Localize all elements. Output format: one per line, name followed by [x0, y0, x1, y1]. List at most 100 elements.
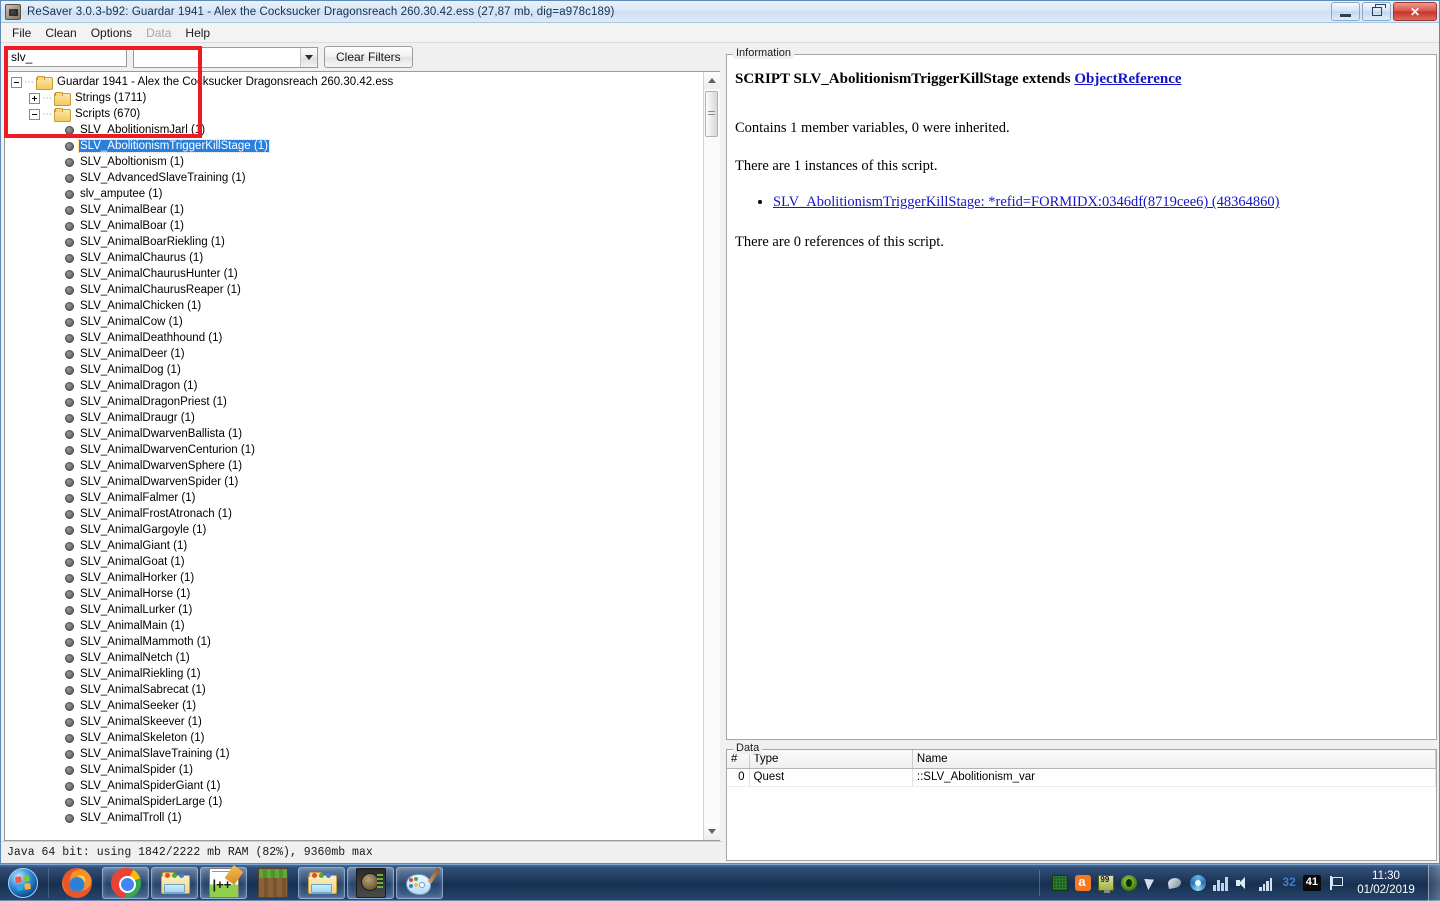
table-row[interactable]: 0 Quest ::SLV_Abolitionism_var	[727, 768, 1436, 787]
grid-icon[interactable]	[1052, 874, 1069, 891]
taskbar-item-minecraft[interactable]	[249, 867, 296, 899]
taskbar-item-notepadpp[interactable]: |++	[200, 866, 247, 899]
menu-clean[interactable]: Clean	[38, 24, 83, 42]
tree-item-script[interactable]: SLV_AnimalChaurusHunter (1)	[5, 266, 703, 282]
close-button[interactable]: ✕	[1393, 2, 1437, 21]
tree-group-scripts[interactable]: ⋯ Scripts (670)	[5, 106, 703, 122]
tree-item-script[interactable]: SLV_AnimalNetch (1)	[5, 650, 703, 666]
tree-item-label: SLV_AnimalDwarvenSpider (1)	[80, 476, 239, 488]
tree-item-script[interactable]: SLV_AnimalDeathhound (1)	[5, 330, 703, 346]
tree-item-script[interactable]: SLV_AnimalSpiderLarge (1)	[5, 794, 703, 810]
tree-item-script[interactable]: SLV_AnimalRiekling (1)	[5, 666, 703, 682]
nvidia-icon[interactable]	[1121, 874, 1138, 891]
tree-item-script[interactable]: SLV_AnimalChaurus (1)	[5, 250, 703, 266]
tree-item-script[interactable]: SLV_AnimalMammoth (1)	[5, 634, 703, 650]
filter-combo-arrow[interactable]	[300, 47, 317, 67]
tree-item-script[interactable]: SLV_AnimalChicken (1)	[5, 298, 703, 314]
collapse-icon[interactable]	[11, 76, 22, 88]
taskbar-item-chrome[interactable]	[102, 866, 149, 899]
tree-item-script[interactable]: SLV_AnimalDraugr (1)	[5, 410, 703, 426]
taskbar-item-resaver[interactable]	[347, 866, 394, 899]
flag-icon[interactable]	[1328, 875, 1344, 891]
tree-item-script[interactable]: SLV_AnimalDwarvenSphere (1)	[5, 458, 703, 474]
badge-32[interactable]: 32	[1282, 875, 1295, 891]
scroll-thumb[interactable]	[704, 91, 718, 137]
tree-item-script[interactable]: SLV_AnimalHorse (1)	[5, 586, 703, 602]
satellite-dish-icon[interactable]	[1167, 875, 1183, 891]
tree-item-script[interactable]: SLV_AnimalSlaveTraining (1)	[5, 746, 703, 762]
show-desktop-button[interactable]	[1428, 864, 1440, 901]
tree-item-script[interactable]: slv_amputee (1)	[5, 186, 703, 202]
tree-item-script[interactable]: SLV_AnimalDog (1)	[5, 362, 703, 378]
tree-item-script[interactable]: SLV_AnimalFrostAtronach (1)	[5, 506, 703, 522]
tree-item-script[interactable]: SLV_AbolitionismJarl (1)	[5, 122, 703, 138]
taskbar-clock[interactable]: 11:30 01/02/2019	[1350, 869, 1428, 897]
taskbar-item-explorer-1[interactable]	[151, 866, 198, 899]
monitor-icon[interactable]	[1098, 874, 1115, 893]
equalizer-icon[interactable]	[1213, 875, 1229, 891]
tree-item-script[interactable]: SLV_AnimalMain (1)	[5, 618, 703, 634]
volume-icon[interactable]	[1236, 875, 1252, 891]
scroll-down-button[interactable]	[703, 823, 720, 840]
tree-item-script[interactable]: SLV_AnimalLurker (1)	[5, 602, 703, 618]
script-tree[interactable]: ⋯ Guardar 1941 - Alex the Cocksucker Drag…	[5, 72, 703, 840]
tree-item-script[interactable]: SLV_AnimalSkeever (1)	[5, 714, 703, 730]
tree-item-script[interactable]: SLV_AnimalSeeker (1)	[5, 698, 703, 714]
tree-item-script[interactable]: SLV_AnimalGoat (1)	[5, 554, 703, 570]
filter-combo-value[interactable]	[134, 47, 300, 67]
tree-item-script[interactable]: SLV_AnimalCow (1)	[5, 314, 703, 330]
badge-41[interactable]: 41	[1302, 874, 1321, 891]
tree-item-script[interactable]: SLV_AnimalGiant (1)	[5, 538, 703, 554]
filter-combo-box[interactable]	[133, 46, 318, 68]
column-header-name[interactable]: Name	[912, 750, 1436, 769]
instance-refid-link[interactable]: SLV_AbolitionismTriggerKillStage: *refid…	[773, 194, 1280, 210]
tree-item-script[interactable]: SLV_AnimalDragonPriest (1)	[5, 394, 703, 410]
column-header-type[interactable]: Type	[749, 750, 913, 769]
taskbar-item-firefox[interactable]	[53, 867, 100, 899]
tree-item-script[interactable]: SLV_AnimalSkeleton (1)	[5, 730, 703, 746]
tree-item-script[interactable]: SLV_Aboltionism (1)	[5, 154, 703, 170]
network-signal-icon[interactable]	[1259, 875, 1275, 891]
tree-item-script[interactable]: SLV_AnimalDragon (1)	[5, 378, 703, 394]
cursor-arrow-icon[interactable]	[1144, 875, 1160, 891]
tree-item-script[interactable]: SLV_AnimalSabrecat (1)	[5, 682, 703, 698]
scroll-up-button[interactable]	[703, 72, 720, 89]
tree-item-script[interactable]: SLV_AnimalDeer (1)	[5, 346, 703, 362]
minimize-button[interactable]	[1331, 2, 1360, 21]
tree-item-script[interactable]: SLV_AbolitionismTriggerKillStage (1)	[5, 138, 703, 154]
filter-text-input[interactable]	[7, 47, 127, 67]
tree-vertical-scrollbar[interactable]	[703, 72, 720, 840]
clear-filters-button[interactable]: Clear Filters	[324, 46, 413, 68]
window-titlebar[interactable]: ReSaver 3.0.3-b92: Guardar 1941 - Alex t…	[1, 1, 1439, 23]
start-button[interactable]	[1, 866, 45, 900]
tree-item-script[interactable]: SLV_AnimalBear (1)	[5, 202, 703, 218]
tree-item-script[interactable]: SLV_AdvancedSlaveTraining (1)	[5, 170, 703, 186]
objectreference-link[interactable]: ObjectReference	[1074, 71, 1181, 87]
tree-item-script[interactable]: SLV_AnimalTroll (1)	[5, 810, 703, 826]
tree-item-script[interactable]: SLV_AnimalBoar (1)	[5, 218, 703, 234]
tree-item-script[interactable]: SLV_AnimalSpiderGiant (1)	[5, 778, 703, 794]
collapse-icon[interactable]	[29, 108, 40, 120]
tree-item-script[interactable]: SLV_AnimalDwarvenBallista (1)	[5, 426, 703, 442]
tree-item-script[interactable]: SLV_AnimalSpider (1)	[5, 762, 703, 778]
taskbar-item-explorer-2[interactable]	[298, 866, 345, 899]
tree-root-savefile[interactable]: ⋯ Guardar 1941 - Alex the Cocksucker Drag…	[5, 74, 703, 90]
tree-item-script[interactable]: SLV_AnimalGargoyle (1)	[5, 522, 703, 538]
tree-item-script[interactable]: SLV_AnimalDwarvenSpider (1)	[5, 474, 703, 490]
script-node-icon	[65, 381, 74, 391]
menu-file[interactable]: File	[5, 24, 38, 42]
tree-group-strings[interactable]: ⋯ Strings (1711)	[5, 90, 703, 106]
tree-item-script[interactable]: SLV_AnimalChaurusReaper (1)	[5, 282, 703, 298]
expand-icon[interactable]	[29, 92, 40, 104]
menu-help[interactable]: Help	[178, 24, 217, 42]
taskbar-item-paint[interactable]	[396, 866, 443, 899]
tree-item-script[interactable]: SLV_AnimalDwarvenCenturion (1)	[5, 442, 703, 458]
tree-item-script[interactable]: SLV_AnimalFalmer (1)	[5, 490, 703, 506]
menu-options[interactable]: Options	[84, 24, 139, 42]
avast-icon[interactable]	[1075, 874, 1092, 891]
scroll-track[interactable]	[703, 89, 720, 823]
tree-item-script[interactable]: SLV_AnimalHorker (1)	[5, 570, 703, 586]
tree-item-script[interactable]: SLV_AnimalBoarRiekling (1)	[5, 234, 703, 250]
swirl-icon[interactable]	[1190, 874, 1207, 891]
maximize-button[interactable]	[1362, 2, 1391, 21]
